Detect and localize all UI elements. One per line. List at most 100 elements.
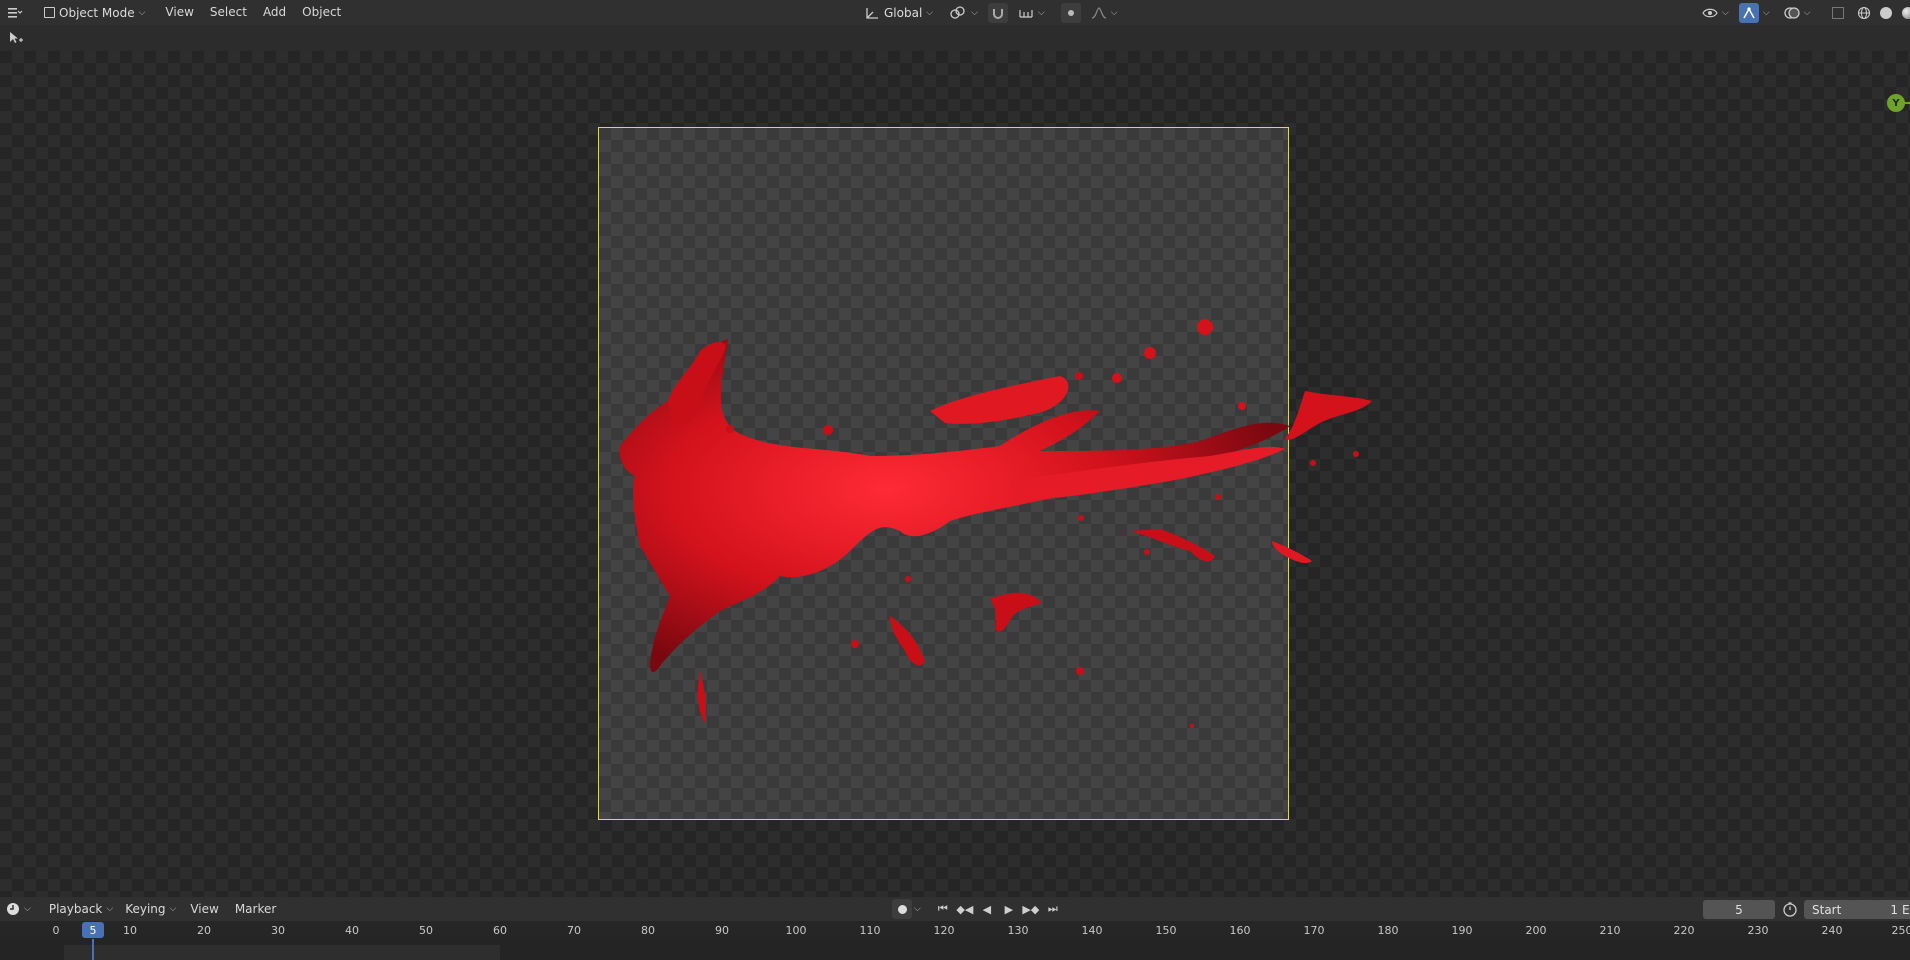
shading-wireframe-button[interactable] [1854, 3, 1874, 23]
fluid-splash-render [619, 319, 1372, 728]
timeline-area[interactable] [0, 939, 1910, 960]
start-frame-field[interactable]: Start 1 [1804, 900, 1906, 919]
timeline-menu-marker[interactable]: Marker [227, 897, 284, 921]
record-icon [897, 904, 907, 914]
transform-tools-group: Global ⌵ ⌵ ⌵ ⌵ [858, 2, 1124, 23]
jump-start-icon: ⏮ [937, 902, 948, 915]
orientation-axes-icon [866, 7, 878, 19]
frame-ruler[interactable]: 0 10 20 30 40 50 60 70 80 90 100 110 120… [0, 921, 1910, 939]
play-reverse-button[interactable]: ◀ [977, 899, 997, 919]
ruler-tick: 10 [123, 924, 137, 937]
end-frame-field[interactable]: E [1900, 900, 1910, 919]
visibility-dropdown[interactable]: ⌵ [1700, 2, 1731, 23]
gizmo-icon [1743, 6, 1755, 18]
ruler-tick: 0 [52, 924, 60, 937]
ruler-tick: 70 [567, 924, 581, 937]
end-frame-label: E [1902, 902, 1910, 917]
chevron-down-icon: ⌵ [1722, 7, 1729, 18]
xray-toggle[interactable] [1828, 3, 1848, 23]
gizmo-y-label: Y [1892, 97, 1900, 109]
overlays-toggle[interactable] [1782, 3, 1802, 23]
ruler-tick: 160 [1229, 924, 1251, 937]
ruler-tick: 180 [1377, 924, 1399, 937]
jump-end-button[interactable]: ⏭ [1043, 899, 1063, 919]
transform-orientation-dropdown[interactable]: Global ⌵ [858, 2, 939, 23]
ruler-tick: 40 [345, 924, 359, 937]
use-preview-range-toggle[interactable] [1782, 901, 1798, 920]
snap-toggle[interactable] [987, 2, 1008, 23]
eye-icon [1702, 8, 1718, 17]
ruler-tick: 120 [933, 924, 955, 937]
keying-label: Keying [125, 902, 166, 916]
overlays-dropdown-chevron[interactable]: ⌵ [1804, 8, 1811, 18]
chevron-down-icon: ⌵ [138, 7, 146, 18]
ruler-tick: 130 [1007, 924, 1029, 937]
ruler-tick: 170 [1303, 924, 1325, 937]
ruler-tick: 230 [1747, 924, 1769, 937]
proportional-edit-toggle[interactable] [1060, 2, 1081, 23]
jump-end-icon: ⏭ [1047, 902, 1058, 915]
ruler-tick: 110 [859, 924, 881, 937]
ruler-tick: 20 [197, 924, 211, 937]
3d-viewport[interactable]: Y [0, 51, 1910, 897]
chevron-down-icon: ⌵ [971, 7, 978, 18]
jump-start-button[interactable]: ⏮ [933, 899, 953, 919]
clock-icon [7, 903, 19, 915]
gizmo-dropdown-chevron[interactable]: ⌵ [1763, 8, 1770, 18]
shading-solid-button[interactable] [1876, 3, 1896, 23]
playhead-frame: 5 [89, 923, 97, 937]
next-keyframe-button[interactable]: ▶◆ [1021, 899, 1041, 919]
chevron-down-icon: ⌵ [1037, 7, 1045, 18]
ruler-tick: 210 [1599, 924, 1621, 937]
menu-select[interactable]: Select [202, 0, 255, 25]
magnet-icon [992, 8, 1003, 19]
play-reverse-icon: ◀ [982, 902, 992, 916]
wireframe-sphere-icon [1858, 6, 1871, 19]
chevron-down-icon: ⌵ [24, 904, 31, 914]
pivot-point-dropdown[interactable]: ⌵ [943, 2, 984, 23]
auto-keying-toggle[interactable] [892, 899, 912, 919]
playback-menu[interactable]: Playback ⌵ [43, 899, 119, 920]
object-mode-icon [44, 7, 55, 18]
xray-icon [1832, 6, 1845, 19]
start-frame-value: 1 [1890, 902, 1898, 917]
next-keyframe-icon: ▶◆ [1022, 902, 1040, 916]
chevron-down-icon: ⌵ [926, 7, 934, 18]
menu-add[interactable]: Add [255, 0, 294, 25]
select-box-tool-icon[interactable] [8, 31, 24, 45]
chevron-down-icon: ⌵ [169, 904, 177, 914]
scene-range-bar [64, 945, 500, 960]
snap-target-dropdown[interactable]: ⌵ [1012, 2, 1051, 23]
ruler-tick: 190 [1451, 924, 1473, 937]
keying-menu[interactable]: Keying ⌵ [119, 899, 182, 920]
prev-keyframe-icon: ◆◀ [956, 902, 974, 916]
viewport-header: Object Mode ⌵ View Select Add Object Glo… [0, 0, 1910, 25]
timeline-header: ⌵ Playback ⌵ Keying ⌵ View Marker ⌵ ⏮ ◆◀… [0, 897, 1910, 921]
gizmo-y-axis[interactable]: Y [1887, 94, 1905, 112]
tool-settings-bar [0, 25, 1910, 51]
menu-view[interactable]: View [157, 0, 201, 25]
gizmo-toggle[interactable] [1738, 2, 1759, 23]
proportional-edit-icon [1067, 9, 1074, 16]
proportional-falloff-dropdown[interactable]: ⌵ [1085, 2, 1124, 23]
ruler-tick: 80 [641, 924, 655, 937]
play-button[interactable]: ▶ [999, 899, 1019, 919]
playback-controls: ⌵ ⏮ ◆◀ ◀ ▶ ▶◆ ⏭ [892, 899, 1063, 919]
gizmo-y-axis-line [1905, 102, 1910, 104]
playhead[interactable]: 5 [82, 922, 104, 938]
editor-type-button[interactable] [2, 3, 28, 23]
ruler-tick: 50 [419, 924, 433, 937]
ruler-tick: 150 [1155, 924, 1177, 937]
menu-object[interactable]: Object [294, 0, 349, 25]
timeline-menu-view[interactable]: View [182, 897, 226, 921]
mode-dropdown[interactable]: Object Mode ⌵ [38, 2, 151, 23]
ruler-tick: 200 [1525, 924, 1547, 937]
ruler-tick: 140 [1081, 924, 1103, 937]
current-frame-field[interactable]: 5 [1703, 900, 1775, 919]
timeline-editor-type-button[interactable]: ⌵ [2, 899, 35, 920]
prev-keyframe-button[interactable]: ◆◀ [955, 899, 975, 919]
keying-dropdown-chevron[interactable]: ⌵ [914, 904, 921, 914]
stopwatch-icon [1783, 902, 1797, 917]
chevron-down-icon: ⌵ [106, 904, 114, 914]
shading-material-button[interactable] [1898, 3, 1910, 23]
